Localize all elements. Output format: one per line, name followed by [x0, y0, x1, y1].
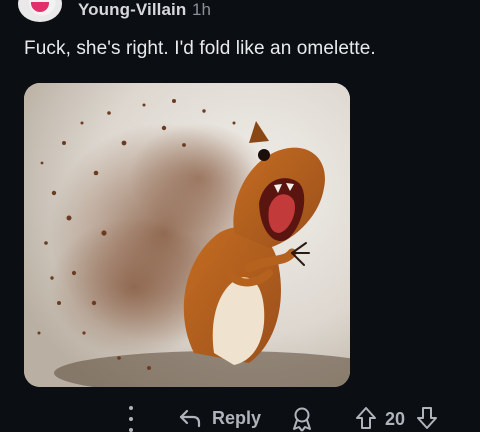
more-vertical-icon-dot [129, 428, 133, 432]
squirrel-disintegrating-image [24, 83, 350, 387]
more-vertical-icon-dot [129, 417, 133, 421]
upvote-arrow-icon[interactable] [355, 406, 377, 430]
comment-view: Young-Villain 1h Fuck, she's right. I'd … [0, 0, 480, 432]
more-options-button[interactable] [122, 406, 140, 432]
comment-image[interactable] [24, 83, 350, 387]
username[interactable]: Young-Villain [78, 0, 186, 20]
avatar[interactable] [18, 0, 62, 22]
comment-actions: Reply 20 [0, 400, 480, 432]
award-icon[interactable] [290, 406, 314, 432]
reply-arrow-icon [179, 409, 201, 428]
downvote-arrow-icon[interactable] [416, 406, 438, 430]
comment-header: Young-Villain 1h [0, 0, 480, 22]
avatar-mouth [31, 2, 49, 12]
comment-body: Fuck, she's right. I'd fold like an omel… [24, 38, 376, 59]
reply-label: Reply [212, 407, 262, 428]
reply-button[interactable]: Reply [178, 404, 261, 432]
more-vertical-icon-dot [129, 406, 133, 410]
timestamp: 1h [192, 0, 211, 19]
vote-count: 20 [385, 409, 406, 429]
